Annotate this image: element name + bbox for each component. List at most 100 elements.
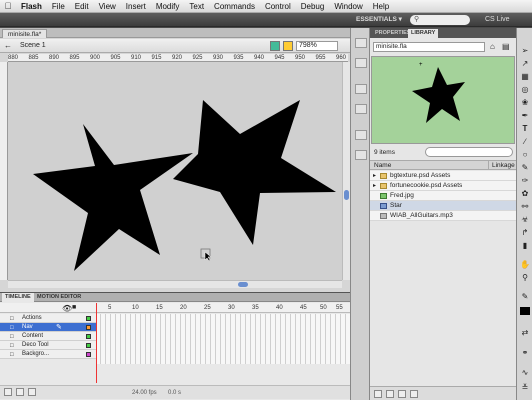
selection-tool-icon[interactable]: ➢ — [519, 46, 531, 56]
pencil-tool-icon[interactable]: ✎ — [519, 163, 531, 173]
eyedropper-tool-icon[interactable]: ↱ — [519, 228, 531, 238]
bone-tool-icon[interactable]: ⚯ — [519, 202, 531, 212]
frame-grid[interactable] — [96, 314, 350, 364]
fill-color-swatch[interactable] — [520, 307, 530, 315]
back-arrow-icon[interactable]: ← — [4, 41, 12, 51]
new-library-icon[interactable]: ▤ — [502, 42, 510, 51]
vertical-scroll-thumb[interactable] — [344, 190, 349, 200]
horizontal-scroll-thumb[interactable] — [238, 282, 248, 287]
layer-outline-color[interactable] — [86, 334, 91, 339]
menu-edit[interactable]: Edit — [70, 0, 94, 13]
3d-rotation-tool-icon[interactable]: ◎ — [519, 85, 531, 95]
layer-row[interactable]: □ Backgro... — [0, 350, 96, 359]
hand-tool-icon[interactable]: ✋ — [519, 260, 531, 270]
new-folder-icon[interactable] — [16, 388, 24, 396]
menu-help[interactable]: Help — [368, 0, 394, 13]
panel-icon[interactable] — [355, 104, 367, 114]
library-item[interactable]: Star — [370, 201, 516, 211]
menu-flash[interactable]: Flash — [16, 0, 47, 13]
edit-scene-icon[interactable] — [270, 41, 280, 51]
oval-tool-icon[interactable]: ○ — [519, 150, 531, 160]
new-layer-icon[interactable] — [4, 388, 12, 396]
menu-modify[interactable]: Modify — [151, 0, 185, 13]
menu-commands[interactable]: Commands — [209, 0, 260, 13]
panel-icon[interactable] — [355, 150, 367, 160]
text-tool-icon[interactable]: T — [519, 124, 531, 134]
edit-symbols-icon[interactable] — [283, 41, 293, 51]
library-item[interactable]: ▸ fortunecookie.psd Assets — [370, 181, 516, 191]
column-linkage[interactable]: Linkage — [488, 161, 516, 170]
smooth-icon[interactable]: ∿ — [519, 368, 531, 378]
library-document-select[interactable]: minisite.fla — [373, 42, 485, 52]
new-folder-icon[interactable] — [386, 390, 394, 398]
panel-icon[interactable] — [355, 130, 367, 140]
swap-colors-icon[interactable]: ⇄ — [519, 328, 531, 338]
lasso-tool-icon[interactable]: ❀ — [519, 98, 531, 108]
deco-tool-icon[interactable]: ✿ — [519, 189, 531, 199]
paint-bucket-tool-icon[interactable]: ☣ — [519, 215, 531, 225]
subselection-tool-icon[interactable]: ↗ — [519, 59, 531, 69]
delete-icon[interactable] — [410, 390, 418, 398]
horizontal-ruler: 880 885 890 895 900 905 910 915 920 925 930 935 940 9… — [8, 54, 348, 62]
library-search-input[interactable] — [425, 147, 513, 157]
playhead[interactable] — [96, 303, 97, 383]
layer-outline-color[interactable] — [86, 352, 91, 357]
menu-window[interactable]: Window — [329, 0, 367, 13]
vertical-scrollbar[interactable] — [342, 62, 350, 280]
brush-tool-icon[interactable]: ✑ — [519, 176, 531, 186]
workspace-switcher[interactable]: ESSENTIALS ▾ — [356, 14, 402, 25]
symbol-preview: + — [371, 56, 515, 144]
panel-icon[interactable] — [355, 58, 367, 68]
menu-debug[interactable]: Debug — [296, 0, 330, 13]
layer-row[interactable]: □ Actions — [0, 314, 96, 323]
menu-insert[interactable]: Insert — [121, 0, 151, 13]
straighten-icon[interactable]: ≚ — [519, 383, 531, 393]
help-search-input[interactable]: ⚲ — [410, 15, 470, 25]
library-item[interactable]: ▸ bgtexture.psd Assets — [370, 171, 516, 181]
layer-outline-color[interactable] — [86, 316, 91, 321]
frame-ruler[interactable]: 👁 ■ 5 10 15 20 25 30 35 40 45 50 55 — [0, 303, 350, 313]
scene-label[interactable]: Scene 1 — [20, 41, 46, 51]
ruler-label: 890 — [49, 55, 60, 61]
eraser-tool-icon[interactable]: ▮ — [519, 241, 531, 251]
panel-icon[interactable] — [355, 38, 367, 48]
apple-icon[interactable]:  — [0, 1, 16, 11]
layer-row[interactable]: □ Nav ✎ — [0, 323, 96, 332]
properties-icon[interactable] — [398, 390, 406, 398]
snap-to-objects-icon[interactable]: ⚭ — [519, 348, 531, 358]
lock-icon[interactable]: ■ — [72, 303, 76, 313]
pen-tool-icon[interactable]: ✒ — [519, 111, 531, 121]
stroke-color-icon[interactable]: ✎ — [519, 292, 531, 302]
expand-arrow-icon[interactable]: ▸ — [373, 181, 376, 191]
cs-live-button[interactable]: CS Live — [485, 14, 510, 26]
zoom-tool-icon[interactable]: ⚲ — [519, 273, 531, 283]
column-name[interactable]: Name — [374, 161, 391, 170]
free-transform-tool-icon[interactable]: ▦ — [519, 72, 531, 82]
expand-arrow-icon[interactable]: ▸ — [373, 171, 376, 181]
ruler-label: 910 — [131, 55, 142, 61]
tab-timeline[interactable]: TIMELINE — [2, 293, 34, 302]
stage[interactable] — [8, 62, 342, 280]
layer-outline-color[interactable] — [86, 343, 91, 348]
library-item[interactable]: Fred.jpg — [370, 191, 516, 201]
horizontal-scrollbar[interactable] — [8, 280, 342, 288]
panel-icon[interactable] — [355, 84, 367, 94]
library-item[interactable]: WIAB_AllGuitars.mp3 — [370, 211, 516, 221]
layer-row[interactable]: □ Content — [0, 332, 96, 341]
zoom-select[interactable]: 798% — [296, 41, 338, 51]
new-symbol-icon[interactable] — [374, 390, 382, 398]
delete-layer-icon[interactable] — [28, 388, 36, 396]
menu-text[interactable]: Text — [184, 0, 209, 13]
frame-rate[interactable]: 24.00 fps — [132, 388, 157, 398]
menu-file[interactable]: File — [47, 0, 70, 13]
pin-icon[interactable]: ⌂ — [490, 42, 495, 51]
layer-row[interactable]: □ Deco Tool — [0, 341, 96, 350]
menu-control[interactable]: Control — [260, 0, 296, 13]
menu-view[interactable]: View — [94, 0, 121, 13]
eye-icon[interactable]: 👁 — [62, 304, 72, 313]
line-tool-icon[interactable]: ∕ — [519, 137, 531, 147]
document-tab[interactable]: minisite.fla* — [2, 29, 48, 38]
tab-library[interactable]: LIBRARY — [408, 29, 439, 38]
layer-outline-color[interactable] — [86, 325, 91, 330]
tab-motion-editor[interactable]: MOTION EDITOR — [34, 293, 84, 302]
